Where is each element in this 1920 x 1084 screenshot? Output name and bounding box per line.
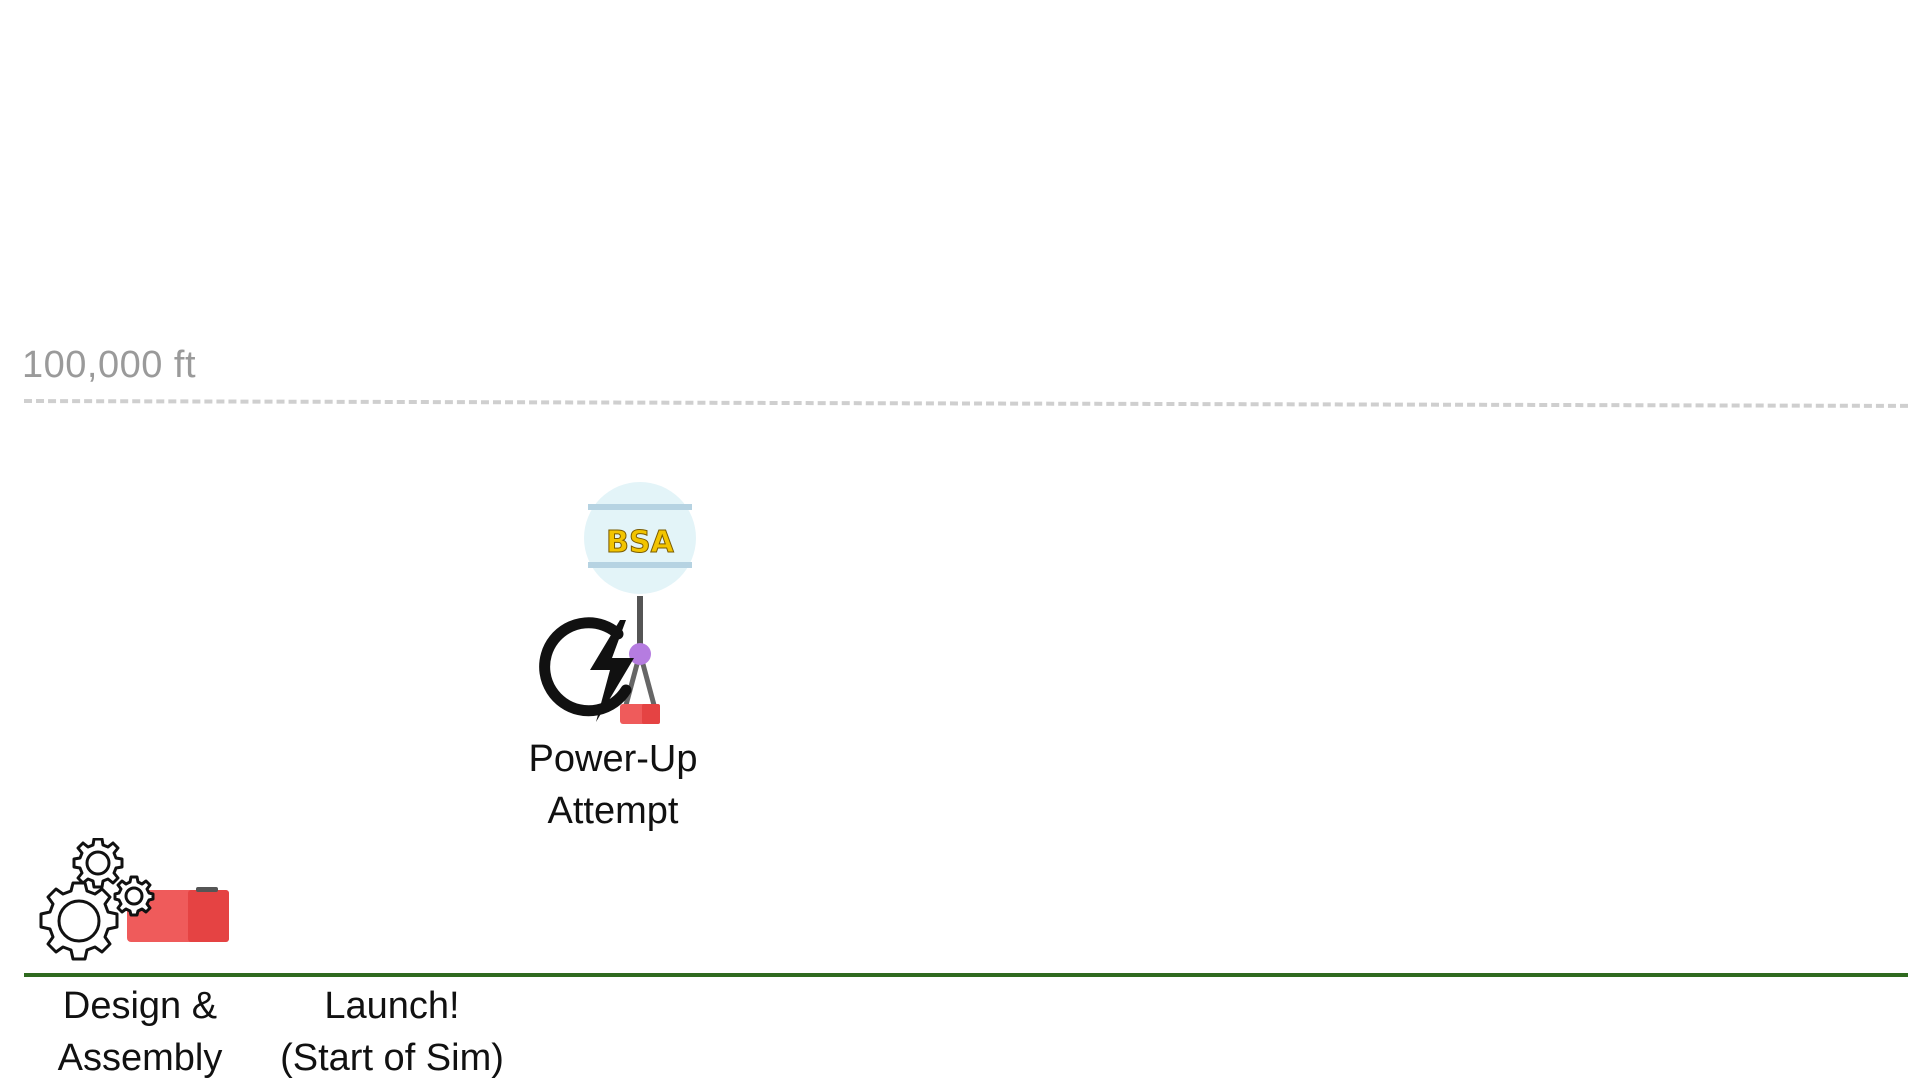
balloon-icon: BSA — [539, 482, 696, 724]
balloon-logo: BSA — [606, 525, 674, 560]
gears-icon — [39, 837, 229, 961]
stage-label-powerup: Power-Up Attempt — [513, 733, 713, 837]
stage-label-launch-line1: Launch! — [324, 985, 460, 1027]
stage-label-design-line1: Design & — [62, 985, 218, 1027]
stage-label-powerup-line1: Power-Up — [528, 738, 698, 780]
stage-label-launch: Launch! (Start of Sim) — [262, 980, 522, 1084]
stage-label-design-line2: Assembly — [57, 1037, 223, 1079]
stage-label-powerup-line2: Attempt — [547, 790, 679, 832]
powerup-stage-graphic: BSA — [530, 478, 710, 738]
stage-label-launch-line2: (Start of Sim) — [280, 1037, 504, 1079]
design-stage-graphic — [38, 837, 238, 968]
altitude-marker-label: 100,000 ft — [22, 344, 197, 386]
altitude-marker-line — [23, 399, 1908, 408]
ground-line — [24, 973, 1908, 977]
stage-label-design: Design & Assembly — [40, 980, 240, 1084]
